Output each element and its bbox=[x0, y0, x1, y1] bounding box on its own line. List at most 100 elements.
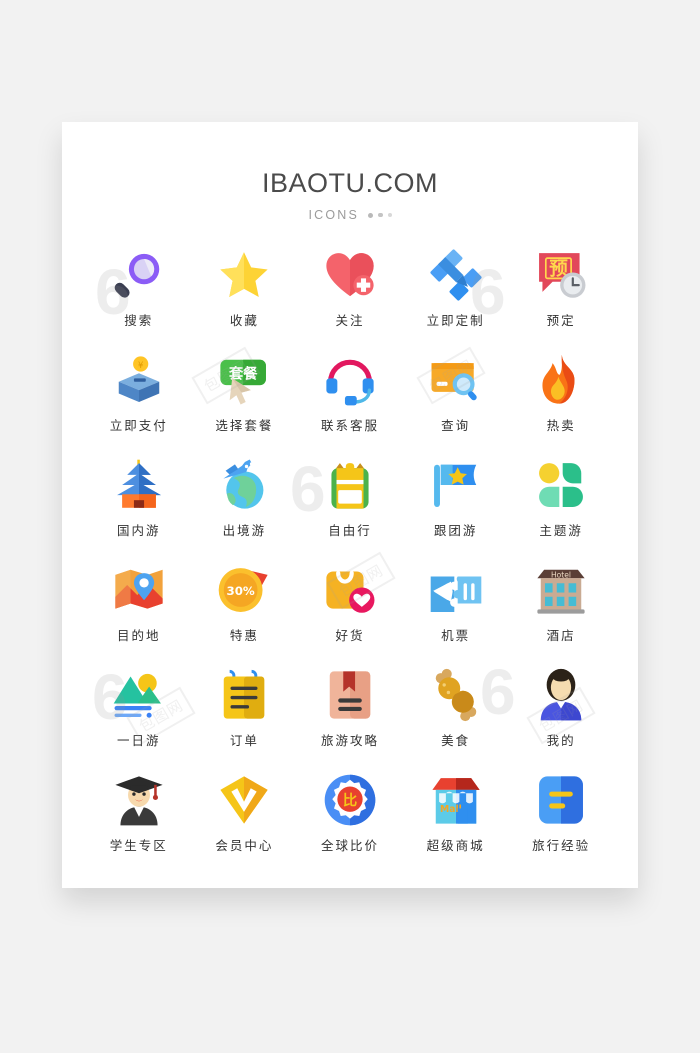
icon-label-pay-now: 立即支付 bbox=[109, 418, 168, 433]
headset-icon[interactable] bbox=[323, 353, 377, 407]
icon-cell-price-compare[interactable]: 比 全球比价 bbox=[297, 769, 403, 874]
svg-text:比: 比 bbox=[343, 791, 357, 809]
mountain-sun-icon[interactable] bbox=[112, 668, 166, 722]
subtitle-row: ICONS bbox=[62, 208, 638, 222]
icon-label-travel-guide: 旅游攻略 bbox=[320, 733, 379, 748]
icon-label-hotel: 酒店 bbox=[546, 628, 576, 643]
icon-label-orders: 订单 bbox=[229, 733, 259, 748]
icon-label-reserve: 预定 bbox=[546, 313, 576, 328]
plane-ticket-icon[interactable] bbox=[429, 563, 483, 617]
backpack-icon[interactable] bbox=[323, 458, 377, 512]
book-bookmark-icon[interactable] bbox=[323, 668, 377, 722]
flag-star-icon[interactable] bbox=[429, 458, 483, 512]
icon-label-super-mall: 超级商城 bbox=[426, 838, 485, 853]
icon-sheet-card: IBAOTU.COM ICONS 搜索 收藏 关注 立即定制 预 预定 ¥ 立即… bbox=[62, 122, 638, 888]
hotel-building-icon[interactable]: Hotel bbox=[534, 563, 588, 617]
icon-label-destination: 目的地 bbox=[117, 628, 161, 643]
flame-icon[interactable] bbox=[534, 353, 588, 407]
icon-label-air-ticket: 机票 bbox=[441, 628, 471, 643]
icon-cell-hot-sale[interactable]: 热卖 bbox=[508, 349, 614, 454]
icon-label-good-deals: 好货 bbox=[335, 628, 365, 643]
icon-cell-student-zone[interactable]: 学生专区 bbox=[86, 769, 192, 874]
icon-cell-air-ticket[interactable]: 机票 bbox=[403, 559, 509, 664]
icon-cell-contact[interactable]: 联系客服 bbox=[297, 349, 403, 454]
dot-1 bbox=[368, 212, 374, 218]
icon-label-food: 美食 bbox=[441, 733, 471, 748]
icon-label-hot-sale: 热卖 bbox=[546, 418, 576, 433]
icon-cell-search[interactable]: 搜索 bbox=[86, 244, 192, 349]
discount-badge-icon[interactable]: 30% bbox=[217, 563, 271, 617]
icon-cell-query[interactable]: 查询 bbox=[403, 349, 509, 454]
plane-globe-icon[interactable] bbox=[217, 458, 271, 512]
icon-cell-travel-guide[interactable]: 旅游攻略 bbox=[297, 664, 403, 769]
drumstick-icon[interactable] bbox=[429, 668, 483, 722]
icon-label-search: 搜索 bbox=[124, 313, 154, 328]
card-search-icon[interactable] bbox=[429, 353, 483, 407]
icon-grid: 搜索 收藏 关注 立即定制 预 预定 ¥ 立即支付 套餐 选择套餐 联系客服 查… bbox=[62, 244, 638, 874]
icon-cell-destination[interactable]: 目的地 bbox=[86, 559, 192, 664]
icon-label-price-compare: 全球比价 bbox=[320, 838, 379, 853]
icon-cell-self-travel[interactable]: 自由行 bbox=[297, 454, 403, 559]
heart-plus-icon[interactable] bbox=[323, 248, 377, 302]
icon-label-one-day-tour: 一日游 bbox=[117, 733, 161, 748]
icon-cell-outbound[interactable]: 出境游 bbox=[192, 454, 298, 559]
compare-badge-icon[interactable]: 比 bbox=[323, 773, 377, 827]
icon-label-follow: 关注 bbox=[335, 313, 365, 328]
diamond-v-icon[interactable] bbox=[217, 773, 271, 827]
icon-cell-select-plan[interactable]: 套餐 选择套餐 bbox=[192, 349, 298, 454]
icon-cell-orders[interactable]: 订单 bbox=[192, 664, 298, 769]
icon-cell-good-deals[interactable]: 好货 bbox=[297, 559, 403, 664]
icon-cell-follow[interactable]: 关注 bbox=[297, 244, 403, 349]
icon-label-travel-exp: 旅行经验 bbox=[532, 838, 591, 853]
mall-shop-icon[interactable]: Mall bbox=[429, 773, 483, 827]
graduate-icon[interactable] bbox=[112, 773, 166, 827]
icon-cell-customize-now[interactable]: 立即定制 bbox=[403, 244, 509, 349]
icon-label-student-zone: 学生专区 bbox=[109, 838, 168, 853]
icon-cell-domestic[interactable]: 国内游 bbox=[86, 454, 192, 559]
icon-cell-super-mall[interactable]: Mall 超级商城 bbox=[403, 769, 509, 874]
map-pin-icon[interactable] bbox=[112, 563, 166, 617]
plan-tag-cursor-icon[interactable]: 套餐 bbox=[217, 353, 271, 407]
icon-label-favorite: 收藏 bbox=[229, 313, 259, 328]
icon-label-select-plan: 选择套餐 bbox=[215, 418, 274, 433]
icon-cell-theme-tour[interactable]: 主题游 bbox=[508, 454, 614, 559]
icon-cell-hotel[interactable]: Hotel 酒店 bbox=[508, 559, 614, 664]
icon-cell-favorite[interactable]: 收藏 bbox=[192, 244, 298, 349]
icon-cell-food[interactable]: 美食 bbox=[403, 664, 509, 769]
icon-label-self-travel: 自由行 bbox=[328, 523, 372, 538]
speech-clock-icon[interactable]: 预 bbox=[534, 248, 588, 302]
clover-icon[interactable] bbox=[534, 458, 588, 512]
blue-doc-icon[interactable] bbox=[534, 773, 588, 827]
shopping-bag-heart-icon[interactable] bbox=[323, 563, 377, 617]
icon-cell-pay-now[interactable]: ¥ 立即支付 bbox=[86, 349, 192, 454]
coin-box-icon[interactable]: ¥ bbox=[112, 353, 166, 407]
icon-label-contact: 联系客服 bbox=[320, 418, 379, 433]
icon-cell-one-day-tour[interactable]: 一日游 bbox=[86, 664, 192, 769]
subtitle: ICONS bbox=[308, 208, 360, 222]
magnifier-icon[interactable] bbox=[112, 248, 166, 302]
icon-label-theme-tour: 主题游 bbox=[539, 523, 583, 538]
user-avatar-icon[interactable] bbox=[534, 668, 588, 722]
icon-cell-reserve[interactable]: 预 预定 bbox=[508, 244, 614, 349]
icon-label-group-tour: 跟团游 bbox=[433, 523, 478, 538]
icon-cell-travel-exp[interactable]: 旅行经验 bbox=[508, 769, 614, 874]
icon-cell-mine[interactable]: 我的 bbox=[508, 664, 614, 769]
dot-3 bbox=[387, 213, 392, 217]
icon-label-discount: 特惠 bbox=[229, 628, 259, 643]
icon-cell-member-center[interactable]: 会员中心 bbox=[192, 769, 298, 874]
dot-2 bbox=[378, 212, 383, 218]
icon-label-customize-now: 立即定制 bbox=[426, 313, 485, 328]
pen-ruler-icon[interactable] bbox=[429, 248, 483, 302]
icon-label-query: 查询 bbox=[441, 418, 471, 433]
svg-text:30%: 30% bbox=[227, 584, 255, 598]
icon-cell-discount[interactable]: 30% 特惠 bbox=[192, 559, 298, 664]
dots-group bbox=[368, 212, 392, 218]
brand-title: IBAOTU.COM bbox=[261, 168, 438, 198]
icon-cell-group-tour[interactable]: 跟团游 bbox=[403, 454, 509, 559]
icon-label-mine: 我的 bbox=[546, 733, 576, 748]
svg-text:Hotel: Hotel bbox=[551, 570, 571, 579]
icon-label-member-center: 会员中心 bbox=[215, 838, 274, 853]
notepad-icon[interactable] bbox=[217, 668, 271, 722]
temple-icon[interactable] bbox=[112, 458, 166, 512]
star-icon[interactable] bbox=[217, 248, 271, 302]
